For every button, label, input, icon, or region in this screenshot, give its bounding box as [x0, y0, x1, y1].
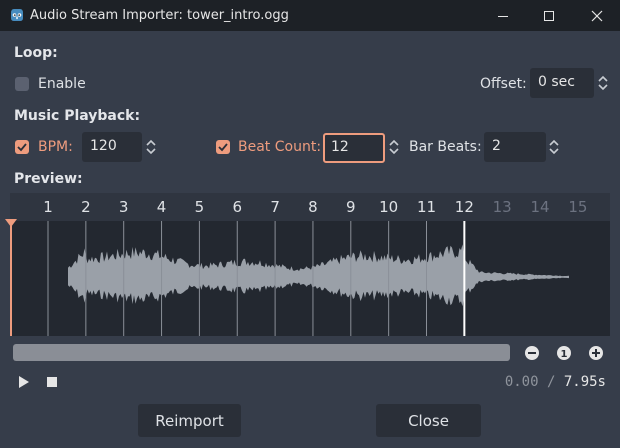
reimport-button[interactable]: Reimport: [138, 404, 241, 437]
waveform-shape: [68, 244, 569, 307]
zoom-reset-icon[interactable]: 1: [556, 345, 572, 361]
preview-scrollbar[interactable]: [13, 344, 510, 361]
checkmark-icon: [17, 143, 27, 152]
zoom-level: 1: [561, 349, 568, 360]
close-button[interactable]: Close: [376, 404, 481, 437]
title-bar: Audio Stream Importer: tower_intro.ogg: [0, 0, 620, 31]
beat-number-label: 8: [308, 198, 318, 216]
beat-number-label: 1: [43, 198, 53, 216]
bpm-label: BPM:: [38, 139, 73, 155]
loop-section-label: Loop:: [14, 45, 58, 61]
beat-number-label: 13: [492, 198, 512, 216]
stop-icon[interactable]: [47, 377, 57, 387]
godot-icon: [11, 9, 23, 21]
bpm-value: 120: [90, 138, 117, 154]
beat-count-checkbox[interactable]: [216, 140, 230, 154]
beat-number-label: 15: [568, 198, 588, 216]
bpm-spin-arrows-icon[interactable]: [145, 138, 157, 156]
beat-number-label: 12: [454, 198, 474, 216]
beat-number-label: 5: [194, 198, 205, 216]
zoom-out-icon[interactable]: [524, 345, 540, 361]
beat-count-spinbox[interactable]: 12: [323, 133, 385, 163]
bpm-spinbox[interactable]: 120: [82, 132, 142, 162]
maximize-button[interactable]: [526, 0, 572, 31]
close-icon: [591, 10, 603, 21]
offset-spin-arrows-icon[interactable]: [597, 74, 609, 92]
beat-number-label: 6: [232, 198, 243, 216]
bar-beats-spinbox[interactable]: 2: [484, 132, 546, 162]
beat-count-label: Beat Count:: [238, 139, 322, 155]
waveform-graph: [47, 221, 569, 336]
offset-value: 0 sec: [538, 74, 575, 90]
beat-count-value: 12: [331, 139, 349, 155]
scrollbar-grabber[interactable]: [13, 344, 510, 361]
play-icon[interactable]: [18, 376, 30, 388]
preview-section-label: Preview:: [14, 171, 83, 187]
beat-number-label: 9: [346, 198, 356, 216]
beat-number-label: 10: [379, 198, 399, 216]
bpm-checkbox[interactable]: [15, 140, 29, 154]
beat-number-label: 11: [416, 198, 437, 216]
beat-timeline[interactable]: 1 2 3 4 5 6 7 8 9 10 11 12 13 14 15: [10, 193, 610, 221]
beat-number-label: 2: [81, 198, 91, 216]
loop-enable-label: Enable: [38, 76, 86, 92]
beat-number-label: 4: [156, 198, 167, 216]
time-display: 0.00 / 7.95s: [505, 374, 606, 390]
checkmark-icon: [218, 143, 228, 152]
current-time: 0.00: [504, 374, 539, 390]
dialog-content: Loop: Enable Offset: 0 sec Music Playbac…: [0, 31, 620, 448]
maximize-icon: [544, 10, 554, 21]
offset-label: Offset:: [480, 76, 527, 92]
total-time: 7.95s: [563, 374, 606, 390]
minimize-button[interactable]: [480, 0, 526, 31]
minimize-icon: [498, 15, 508, 17]
waveform-preview[interactable]: [10, 221, 610, 336]
bar-beats-spin-arrows-icon[interactable]: [548, 138, 560, 156]
playhead-cursor[interactable]: [10, 221, 12, 336]
beat-number-label: 7: [270, 198, 280, 216]
music-playback-section-label: Music Playback:: [14, 108, 141, 124]
beat-number-label: 14: [530, 198, 550, 216]
zoom-in-icon[interactable]: [588, 345, 604, 361]
bar-beats-value: 2: [492, 138, 501, 154]
bar-beats-label: Bar Beats:: [409, 139, 482, 155]
time-separator: /: [546, 374, 556, 390]
loop-enable-checkbox[interactable]: [15, 77, 29, 91]
beat-count-spin-arrows-icon[interactable]: [388, 138, 400, 156]
close-window-button[interactable]: [574, 0, 620, 31]
beat-number-label: 3: [118, 198, 129, 216]
window-title: Audio Stream Importer: tower_intro.ogg: [30, 8, 289, 23]
offset-spinbox[interactable]: 0 sec: [530, 68, 594, 98]
